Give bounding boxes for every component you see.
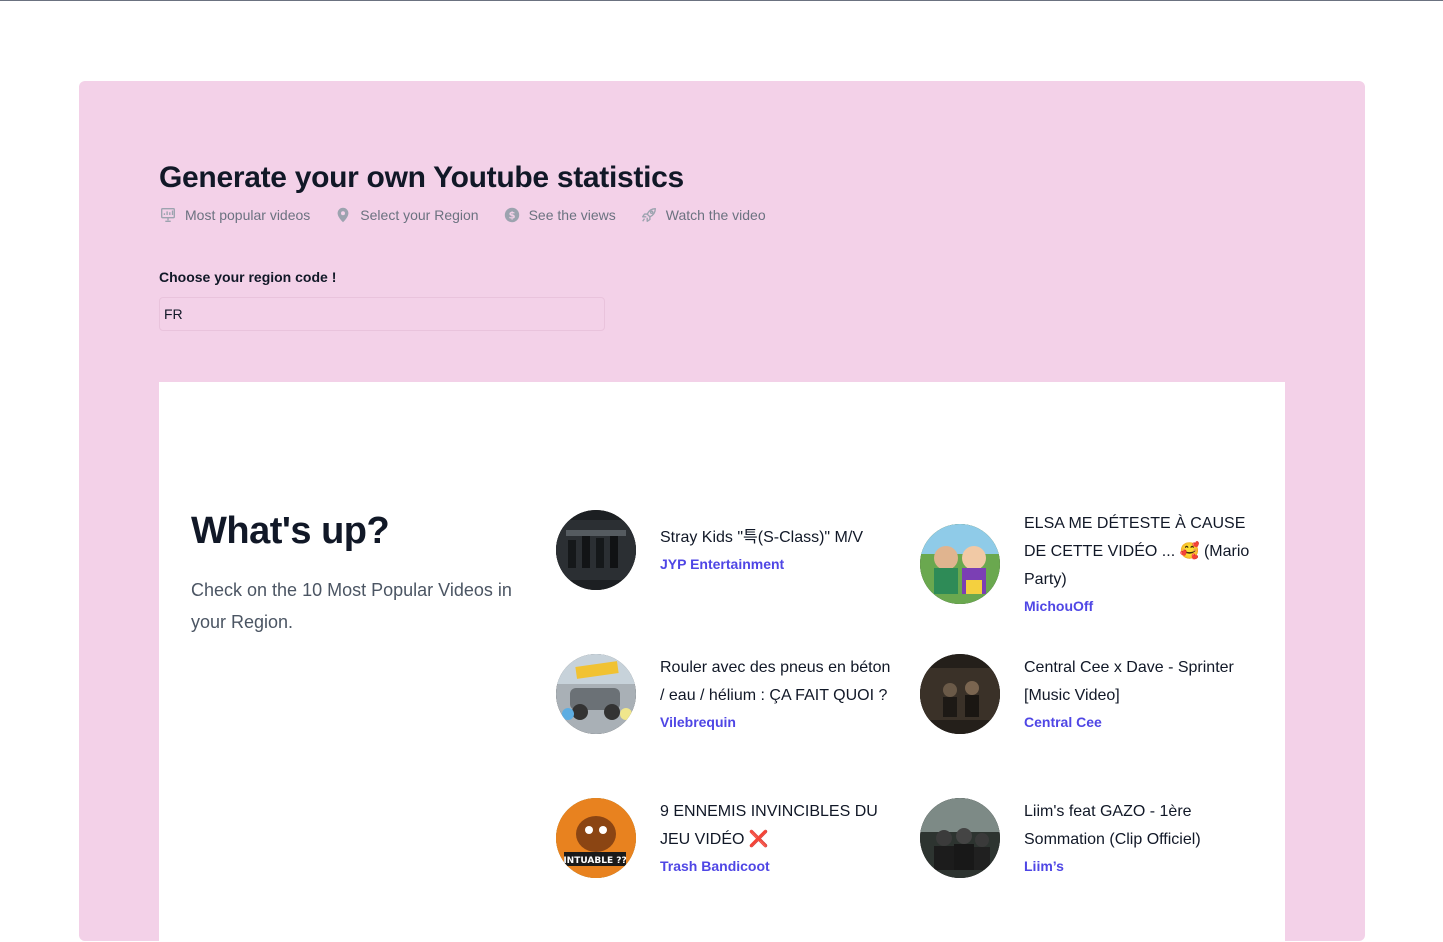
feature-select-region: Select your Region: [334, 206, 479, 224]
video-channel-link[interactable]: Liim’s: [1024, 854, 1064, 878]
top-border: [0, 0, 1443, 1]
page-title: Generate your own Youtube statistics: [159, 161, 684, 194]
video-channel-link[interactable]: Vilebrequin: [660, 710, 736, 734]
video-item[interactable]: Central Cee x Dave - Sprinter [Music Vid…: [920, 654, 1260, 734]
video-item[interactable]: INTUABLE ?? 9 ENNEMIS INVINCIBLES DU JEU…: [556, 798, 896, 878]
video-thumbnail[interactable]: [556, 654, 636, 734]
video-title: Liim's feat GAZO - 1ère Sommation (Clip …: [1024, 803, 1201, 848]
video-thumbnail[interactable]: [556, 510, 636, 590]
video-channel-link[interactable]: Central Cee: [1024, 710, 1102, 734]
video-item[interactable]: Liim's feat GAZO - 1ère Sommation (Clip …: [920, 798, 1260, 878]
video-thumbnail[interactable]: [920, 524, 1000, 604]
video-item[interactable]: Stray Kids "특(S-Class)" M/V JYP Entertai…: [556, 510, 896, 590]
video-thumbnail[interactable]: INTUABLE ??: [556, 798, 636, 878]
region-code-input[interactable]: [159, 297, 605, 331]
section-title: What's up?: [191, 510, 390, 552]
feature-most-popular: Most popular videos: [159, 206, 310, 224]
feature-label: Most popular videos: [185, 207, 311, 223]
feature-see-views: $ See the views: [503, 206, 616, 224]
video-title: 9 ENNEMIS INVINCIBLES DU JEU VIDÉO ❌: [660, 803, 878, 848]
video-item[interactable]: ELSA ME DÉTESTE À CAUSE DE CETTE VIDÉO .…: [920, 510, 1260, 618]
dollar-coin-icon: $: [503, 206, 521, 224]
svg-text:$: $: [508, 211, 515, 222]
svg-text:INTUABLE ??: INTUABLE ??: [563, 856, 626, 866]
video-title: Rouler avec des pneus en béton / eau / h…: [660, 659, 891, 704]
feature-label: See the views: [528, 207, 616, 223]
video-channel-link[interactable]: Trash Bandicoot: [660, 854, 770, 878]
video-title: Stray Kids "특(S-Class)" M/V: [660, 529, 863, 546]
video-title: ELSA ME DÉTESTE À CAUSE DE CETTE VIDÉO .…: [1024, 515, 1250, 588]
section-subtitle: Check on the 10 Most Popular Videos in y…: [191, 580, 512, 632]
feature-label: Select your Region: [360, 207, 479, 223]
video-thumbnail[interactable]: [920, 654, 1000, 734]
rocket-icon: [640, 206, 658, 224]
location-pin-icon: [334, 206, 352, 224]
feature-label: Watch the video: [665, 207, 766, 223]
video-item[interactable]: Rouler avec des pneus en béton / eau / h…: [556, 654, 896, 734]
feature-list: Most popular videos Select your Region $…: [159, 205, 766, 225]
video-channel-link[interactable]: JYP Entertainment: [660, 552, 784, 576]
region-code-label: Choose your region code !: [159, 269, 337, 285]
presentation-chart-icon: [159, 206, 177, 224]
feature-watch-video: Watch the video: [640, 206, 766, 224]
video-thumbnail[interactable]: [920, 798, 1000, 878]
video-title: Central Cee x Dave - Sprinter [Music Vid…: [1024, 659, 1234, 704]
video-channel-link[interactable]: MichouOff: [1024, 594, 1093, 618]
